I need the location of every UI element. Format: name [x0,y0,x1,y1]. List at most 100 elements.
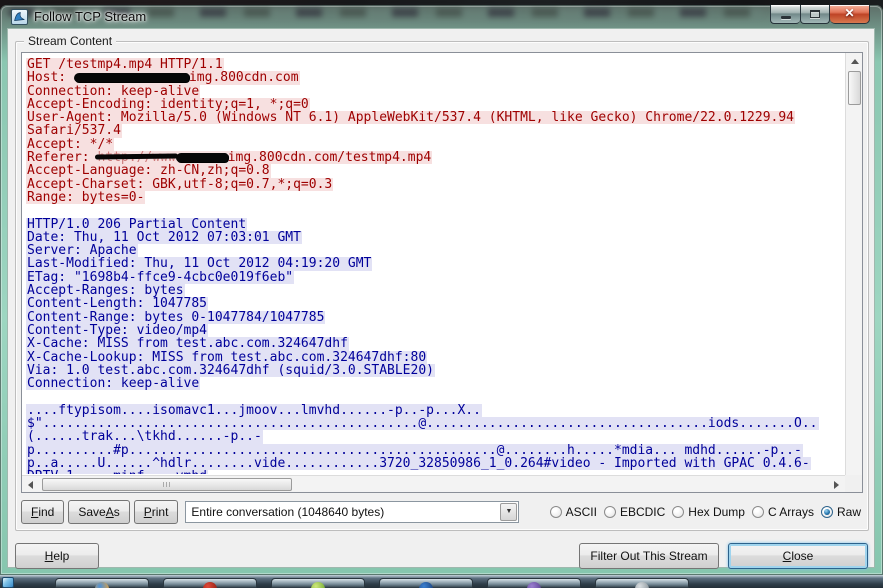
stream-line: Range: bytes=0- [26,191,844,204]
stream-line: Content-Length: 1047785 [26,297,844,310]
blue-tray-icon [419,582,433,588]
stream-line: Content-Type: video/mp4 [26,324,844,337]
gray-window-icon [635,582,649,588]
scroll-left-button[interactable] [23,477,38,492]
stream-text[interactable]: GET /testmp4.mp4 HTTP/1.1Host: img.800cd… [23,53,844,474]
stream-line: Content-Range: bytes 0-1047784/1047785 [26,311,844,324]
taskbar-button[interactable] [487,578,581,588]
stream-line: HTTP/1.0 206 Partial Content [26,218,844,231]
stream-line: Date: Thu, 11 Oct 2012 07:03:01 GMT [26,231,844,244]
radio-circle-icon[interactable] [550,506,562,518]
wireshark-icon [11,9,28,25]
conversation-select[interactable]: Entire conversation (1048640 bytes) ▼ [185,501,519,523]
stream-line: User-Agent: Mozilla/5.0 (Windows NT 6.1)… [26,111,844,124]
print-button[interactable]: Print [134,500,179,524]
close-window-button[interactable]: ✕ [830,5,870,24]
stream-line: $"......................................… [26,417,844,430]
stream-line: (......trak...\tkhd......-p..- [26,430,844,443]
window-controls: ✕ [770,5,870,24]
stream-line: Accept-Charset: GBK,utf-8;q=0.7,*;q=0.3 [26,178,844,191]
stream-line: p..a.....U......^hdlr........vide.......… [26,457,844,470]
close-button[interactable]: Close [728,543,868,569]
radio-circle-icon[interactable] [672,506,684,518]
radio-hex-dump[interactable]: Hex Dump [672,505,745,519]
titlebar[interactable]: Follow TCP Stream ✕ [0,5,883,28]
help-button[interactable]: Help [15,543,99,569]
filter-out-stream-button[interactable]: Filter Out This Stream [579,543,719,569]
taskbar-button[interactable] [595,578,689,588]
radio-ascii[interactable]: ASCII [550,505,597,519]
taskbar-button[interactable] [379,578,473,588]
stream-line: X-Cache: MISS from test.abc.com.324647dh… [26,337,844,350]
radio-circle-icon[interactable] [752,506,764,518]
stream-content-area[interactable]: GET /testmp4.mp4 HTTP/1.1Host: img.800cd… [21,52,863,493]
thumb-grip [163,482,171,487]
stream-line: Server: Apache [26,244,844,257]
radio-label: Hex Dump [688,505,745,519]
stream-line: ETag: "1698b4-ffce9-4cbc0e019f6eb" [26,271,844,284]
stream-content-groupbox: Stream Content GET /testmp4.mp4 HTTP/1.1… [15,41,869,531]
stream-line: Accept: */* [26,138,844,151]
minimize-icon [781,16,791,19]
stream-line: Connection: keep-alive [26,85,844,98]
scroll-up-button[interactable] [847,54,862,69]
taskbar[interactable] [0,575,883,588]
stream-line: Host: img.800cdn.com [26,71,844,84]
stream-line: Safari/537.4 [26,124,844,137]
stream-line: Last-Modified: Thu, 11 Oct 2012 04:19:20… [26,257,844,270]
chevron-down-icon[interactable]: ▼ [500,503,517,521]
window-title: Follow TCP Stream [34,9,146,24]
radio-raw[interactable]: Raw [821,505,861,519]
groupbox-label: Stream Content [24,34,116,48]
stream-line: Accept-Ranges: bytes [26,284,844,297]
scrollbar-corner [845,475,862,492]
radio-circle-icon[interactable] [604,506,616,518]
stream-line: Via: 1.0 test.abc.com.324647dhf (squid/3… [26,364,844,377]
follow-tcp-stream-window: Follow TCP Stream ✕ Stream Content GET /… [0,5,883,575]
minimize-button[interactable] [770,5,800,24]
find-button[interactable]: Find [21,500,64,524]
maximize-button[interactable] [800,5,830,24]
stream-line: DRTV.1.....minf....vmhd [26,470,844,474]
stream-line: Accept-Language: zh-CN,zh;q=0.8 [26,164,844,177]
arrow-right-icon [834,481,839,489]
globe-browser-icon [95,582,109,588]
stream-line: Accept-Encoding: identity;q=1, *;q=0 [26,98,844,111]
redaction-strike: http://www [97,151,175,164]
vertical-scrollbar[interactable] [845,53,862,475]
green-note-icon [311,582,325,588]
radio-label: C Arrays [768,505,814,519]
maximize-icon [810,10,820,18]
stream-line [26,390,844,403]
radio-c-arrays[interactable]: C Arrays [752,505,814,519]
stream-line: GET /testmp4.mp4 HTTP/1.1 [26,58,844,71]
arrow-up-icon [851,59,859,64]
taskbar-button[interactable] [163,578,257,588]
arrow-left-icon [28,481,33,489]
save-as-button[interactable]: Save As [68,500,129,524]
display-mode-radios: ASCII EBCDIC Hex Dump C Arrays Raw [550,505,863,519]
red-orb-icon [203,582,217,588]
stream-line: Connection: keep-alive [26,377,844,390]
redaction-mark [176,153,228,162]
radio-label: ASCII [566,505,597,519]
taskbar-button[interactable] [271,578,365,588]
stream-line: ....ftypisom....isomavc1...jmoov...lmvhd… [26,404,844,417]
stream-line: X-Cache-Lookup: MISS from test.abc.com.3… [26,351,844,364]
radio-label: EBCDIC [620,505,665,519]
vertical-scroll-thumb[interactable] [848,71,861,105]
scroll-right-button[interactable] [829,477,844,492]
stream-controls-row: Find Save As Print Entire conversation (… [21,498,863,525]
purple-orb-icon [527,582,541,588]
stream-line [26,204,844,217]
horizontal-scroll-thumb[interactable] [42,478,292,491]
conversation-select-value: Entire conversation (1048640 bytes) [186,505,500,519]
close-icon: ✕ [844,6,854,20]
taskbar-button[interactable] [55,578,149,588]
radio-circle-icon[interactable] [821,506,833,518]
start-orb-icon[interactable] [2,577,14,588]
radio-label: Raw [837,505,861,519]
radio-ebcdic[interactable]: EBCDIC [604,505,665,519]
horizontal-scrollbar[interactable] [22,475,845,492]
dialog-body: Stream Content GET /testmp4.mp4 HTTP/1.1… [7,28,875,568]
